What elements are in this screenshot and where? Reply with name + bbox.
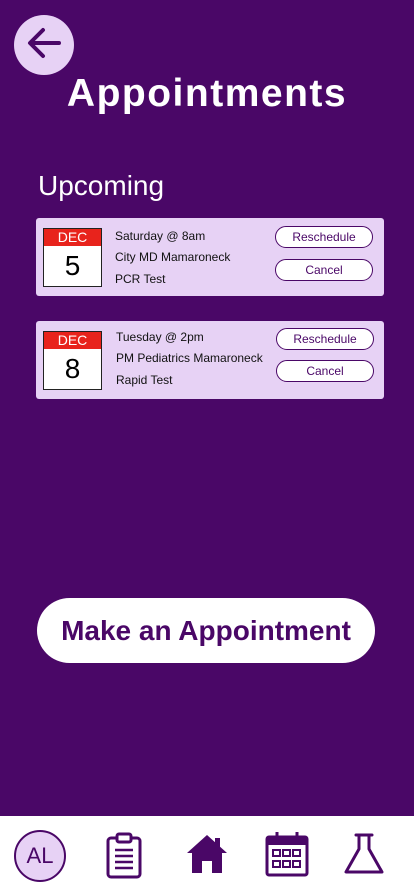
page-title: Appointments	[66, 72, 348, 115]
calendar-date-badge: DEC 8	[43, 331, 102, 390]
calendar-month: DEC	[44, 229, 101, 246]
reschedule-button[interactable]: Reschedule	[276, 328, 374, 350]
reschedule-button[interactable]: Reschedule	[275, 226, 373, 248]
calendar-day: 5	[64, 250, 81, 281]
calendar-day: 8	[64, 353, 81, 384]
appointment-test-type: PCR Test	[115, 272, 166, 286]
calendar-icon[interactable]	[265, 830, 309, 883]
appointment-card: DEC 8 Tuesday @ 2pm PM Pediatrics Mamaro…	[36, 321, 384, 399]
appointment-card: DEC 5 Saturday @ 8am City MD Mamaroneck …	[36, 218, 384, 296]
back-button[interactable]	[14, 15, 74, 75]
flask-icon[interactable]	[343, 832, 385, 881]
upcoming-section-title: Upcoming	[38, 170, 165, 201]
appointment-time: Tuesday @ 2pm	[116, 330, 204, 344]
arrow-left-icon	[23, 22, 65, 69]
bottom-tab-bar: AL	[0, 816, 414, 896]
make-appointment-button[interactable]: Make an Appointment	[37, 598, 375, 663]
appointment-location: PM Pediatrics Mamaroneck	[116, 351, 263, 365]
clipboard-icon[interactable]	[105, 832, 143, 885]
calendar-date-badge: DEC 5	[43, 228, 102, 287]
cancel-button[interactable]: Cancel	[275, 259, 373, 281]
appointments-screen: Appointments Upcoming DEC 5 Saturday @ 8…	[0, 0, 414, 816]
calendar-month: DEC	[44, 332, 101, 349]
avatar[interactable]: AL	[14, 830, 66, 882]
appointment-time: Saturday @ 8am	[115, 229, 206, 243]
appointment-test-type: Rapid Test	[116, 373, 173, 387]
home-icon[interactable]	[185, 832, 229, 881]
cancel-button[interactable]: Cancel	[276, 360, 374, 382]
appointment-location: City MD Mamaroneck	[115, 250, 231, 264]
